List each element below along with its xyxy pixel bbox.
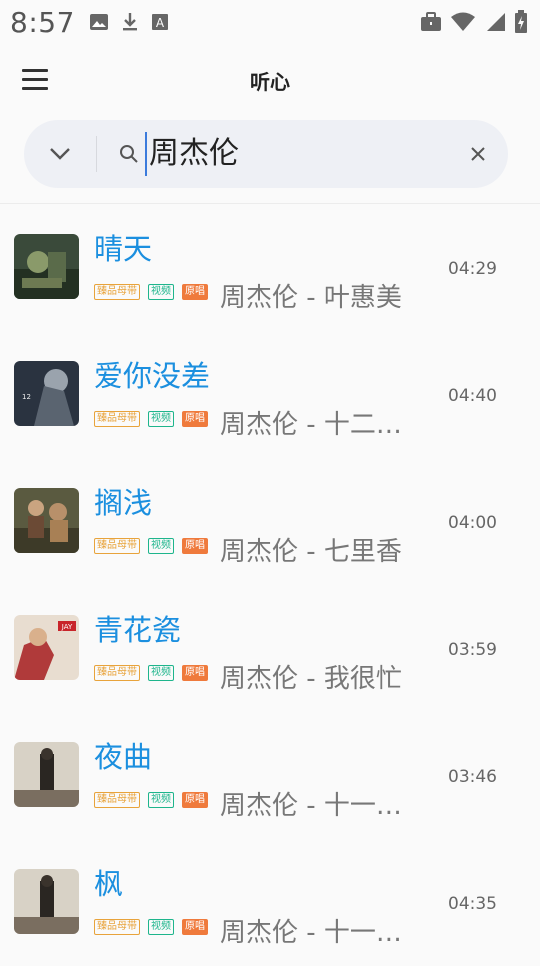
song-row[interactable]: 12 爱你没差 臻品母带 视频 原唱 周杰伦 - 十二新作 04:40 [0,331,540,458]
tag-original: 原唱 [182,919,208,935]
song-title: 枫 [94,867,124,901]
song-row[interactable]: 夜曲 臻品母带 视频 原唱 周杰伦 - 十一月的萧邦 03:46 [0,712,540,839]
tag-master: 臻品母带 [94,411,140,427]
tag-original: 原唱 [182,665,208,681]
tag-original: 原唱 [182,411,208,427]
song-duration: 03:46 [448,767,497,787]
wifi-icon [450,12,476,32]
song-duration: 04:00 [448,513,497,533]
tag-master: 臻品母带 [94,919,140,935]
song-tags: 臻品母带 视频 原唱 [94,792,208,808]
song-title: 爱你没差 [94,359,211,393]
song-row[interactable]: 搁浅 臻品母带 视频 原唱 周杰伦 - 七里香 04:00 [0,458,540,585]
song-artist: 周杰伦 - 十二新作 [220,410,420,440]
tag-original: 原唱 [182,538,208,554]
song-duration: 03:59 [448,640,497,660]
svg-text:A: A [156,16,165,30]
image-icon [89,13,109,31]
album-cover: 12 [14,361,79,426]
song-row[interactable]: 晴天 臻品母带 视频 原唱 周杰伦 - 叶惠美 04:29 [0,204,540,331]
tag-original: 原唱 [182,792,208,808]
album-cover [14,869,79,934]
search-input[interactable]: 周杰伦 [145,132,448,176]
album-cover [14,742,79,807]
tag-video: 视频 [148,792,174,808]
song-row[interactable]: 枫 臻品母带 视频 原唱 周杰伦 - 十一月的萧邦 04:35 [0,839,540,966]
svg-text:12: 12 [22,393,31,401]
song-title: 晴天 [94,232,153,266]
tag-video: 视频 [148,665,174,681]
song-duration: 04:35 [448,894,497,914]
song-artist: 周杰伦 - 我很忙 [220,664,402,694]
album-cover: JAY [14,615,79,680]
song-duration: 04:40 [448,386,497,406]
svg-text:JAY: JAY [61,623,73,631]
song-artist: 周杰伦 - 十一月的萧邦 [220,791,420,821]
tag-video: 视频 [148,538,174,554]
tag-master: 臻品母带 [94,665,140,681]
tag-original: 原唱 [182,284,208,300]
tag-video: 视频 [148,284,174,300]
song-artist: 周杰伦 - 叶惠美 [220,283,402,313]
tag-master: 臻品母带 [94,284,140,300]
font-icon: A [151,13,169,31]
tag-video: 视频 [148,411,174,427]
page-title: 听心 [250,70,290,94]
status-bar: 8:57 A [0,0,540,44]
tag-master: 臻品母带 [94,792,140,808]
song-row[interactable]: JAY 青花瓷 臻品母带 视频 原唱 周杰伦 - 我很忙 03:59 [0,585,540,712]
search-divider [96,136,97,172]
signal-icon [484,12,506,32]
app-header: 听心 [0,44,540,114]
tag-master: 臻品母带 [94,538,140,554]
song-tags: 臻品母带 视频 原唱 [94,538,208,554]
chevron-down-icon[interactable] [24,120,96,188]
tag-video: 视频 [148,919,174,935]
song-title: 夜曲 [94,740,153,774]
song-tags: 臻品母带 视频 原唱 [94,665,208,681]
briefcase-icon [420,12,442,32]
song-artist: 周杰伦 - 七里香 [220,537,402,567]
album-cover [14,488,79,553]
song-tags: 臻品母带 视频 原唱 [94,411,208,427]
download-icon [121,12,139,32]
search-bar: 周杰伦 [24,120,508,188]
song-artist: 周杰伦 - 十一月的萧邦 [220,918,420,948]
song-title: 搁浅 [94,486,153,520]
search-icon [119,144,139,164]
album-cover [14,234,79,299]
song-tags: 臻品母带 视频 原唱 [94,919,208,935]
song-duration: 04:29 [448,259,497,279]
song-tags: 臻品母带 视频 原唱 [94,284,208,300]
close-icon[interactable] [448,120,508,188]
status-time: 8:57 [10,5,75,39]
song-title: 青花瓷 [94,613,182,647]
song-list: 晴天 臻品母带 视频 原唱 周杰伦 - 叶惠美 04:29 12 爱你没差 臻品… [0,204,540,966]
battery-icon [514,10,528,34]
